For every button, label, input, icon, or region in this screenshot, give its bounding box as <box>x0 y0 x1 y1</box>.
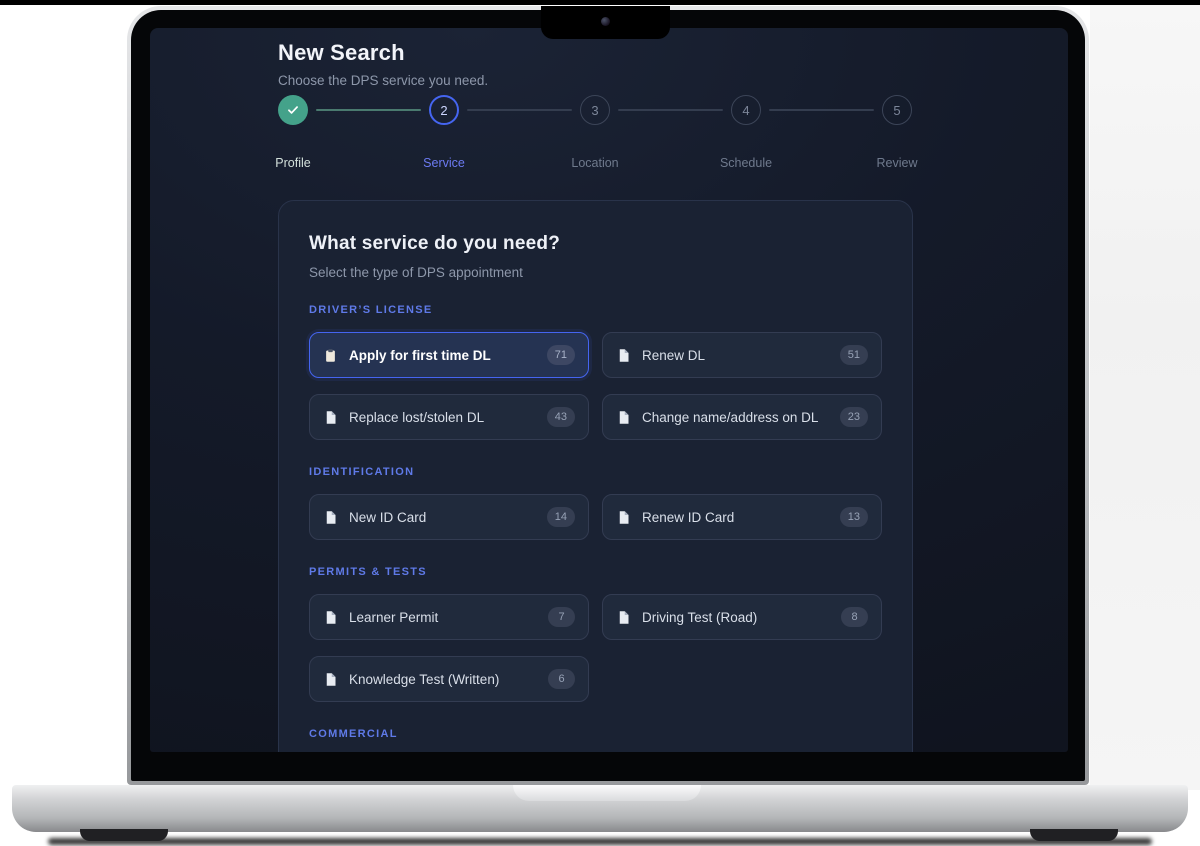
step-circle[interactable]: 4 <box>731 95 761 125</box>
service-option-label: Renew DL <box>642 347 706 363</box>
step-label: Profile <box>275 156 311 170</box>
availability-badge: 43 <box>546 407 575 427</box>
file-icon <box>323 510 338 525</box>
section-label: IDENTIFICATION <box>309 466 415 478</box>
service-option[interactable]: Knowledge Test (Written) 6 <box>309 656 589 702</box>
service-option[interactable]: Change name/address on DL 23 <box>602 394 882 440</box>
section-label: PERMITS & TESTS <box>309 566 427 578</box>
service-grid: New ID Card 14 Renew ID Card 13 <box>309 494 882 540</box>
file-icon <box>323 610 338 625</box>
card-subtitle: Select the type of DPS appointment <box>309 265 523 280</box>
step-connector <box>769 109 874 111</box>
service-option[interactable]: Apply for first time DL 71 <box>309 332 589 378</box>
step-circle[interactable]: 3 <box>580 95 610 125</box>
laptop-foot <box>80 829 168 841</box>
service-grid: Apply for first time DL 71 Renew DL 51 R… <box>309 332 882 440</box>
stepper: 1 Profile 2 Service 3 Location 4 <box>275 95 918 195</box>
service-option[interactable]: Replace lost/stolen DL 43 <box>309 394 589 440</box>
service-option[interactable]: New ID Card 14 <box>309 494 589 540</box>
service-option-label: Replace lost/stolen DL <box>349 409 485 425</box>
service-card: What service do you need? Select the typ… <box>278 200 913 752</box>
stepper-step: 3 Location <box>571 95 619 170</box>
step-circle[interactable]: 5 <box>882 95 912 125</box>
step-circle[interactable]: 2 <box>429 95 459 125</box>
step-label: Schedule <box>719 156 773 170</box>
background-top-bar <box>0 0 1200 5</box>
service-option-label: Renew ID Card <box>642 509 735 525</box>
laptop-base <box>12 785 1188 841</box>
file-icon <box>616 410 631 425</box>
service-option-label: Driving Test (Road) <box>642 609 758 625</box>
step-connector <box>316 109 421 111</box>
step-circle[interactable]: 1 <box>278 95 308 125</box>
availability-badge: 14 <box>546 507 575 527</box>
page-header: New Search Choose the DPS service you ne… <box>278 40 488 88</box>
service-option[interactable]: Learner Permit 7 <box>309 594 589 640</box>
stepper-step: 4 Schedule <box>720 95 772 170</box>
step-label: Review <box>876 156 918 170</box>
availability-badge: 8 <box>841 607 868 627</box>
stepper-step: 5 Review <box>877 95 918 170</box>
lid-opening-notch <box>513 785 701 801</box>
stepper-step: 2 Service <box>423 95 465 170</box>
availability-badge: 51 <box>839 345 868 365</box>
service-section: COMMERCIAL <box>309 728 882 752</box>
step-label: Location <box>571 156 619 170</box>
section-label: DRIVER’S LICENSE <box>309 304 433 316</box>
service-option-label: Learner Permit <box>349 609 439 625</box>
availability-badge: 23 <box>839 407 868 427</box>
file-icon <box>616 510 631 525</box>
card-title: What service do you need? <box>309 233 560 254</box>
step-label: Service <box>423 156 465 170</box>
service-option[interactable]: Driving Test (Road) 8 <box>602 594 882 640</box>
page-subtitle: Choose the DPS service you need. <box>278 73 489 88</box>
step-number: 4 <box>742 102 750 118</box>
service-section: DRIVER’S LICENSE Apply for first time DL… <box>309 304 882 440</box>
step-connector <box>467 109 572 111</box>
background-right-strip <box>1090 5 1200 790</box>
service-sections: DRIVER’S LICENSE Apply for first time DL… <box>309 304 882 752</box>
service-option-label: New ID Card <box>349 509 427 525</box>
file-icon <box>323 410 338 425</box>
service-option-label: Knowledge Test (Written) <box>349 671 500 687</box>
page-title: New Search <box>278 40 405 65</box>
service-option-label: Change name/address on DL <box>642 409 819 425</box>
check-icon <box>288 106 298 114</box>
service-section: IDENTIFICATION New ID Card 14 Renew ID C… <box>309 466 882 540</box>
section-label: COMMERCIAL <box>309 728 398 740</box>
availability-badge: 13 <box>839 507 868 527</box>
clipboard-icon <box>323 348 338 363</box>
service-option-label: Apply for first time DL <box>349 347 491 363</box>
step-connector <box>618 109 723 111</box>
availability-badge: 71 <box>546 345 575 365</box>
step-number: 3 <box>591 102 599 118</box>
file-icon <box>323 672 338 687</box>
service-option[interactable]: Renew ID Card 13 <box>602 494 882 540</box>
screen: New Search Choose the DPS service you ne… <box>150 28 1068 752</box>
service-grid: Learner Permit 7 Driving Test (Road) 8 K… <box>309 594 882 702</box>
stepper-step: 1 Profile <box>275 95 311 170</box>
screen-bezel: New Search Choose the DPS service you ne… <box>131 10 1085 781</box>
file-icon <box>616 348 631 363</box>
service-section: PERMITS & TESTS Learner Permit 7 Driving… <box>309 566 882 702</box>
file-icon <box>616 610 631 625</box>
service-option[interactable]: Renew DL 51 <box>602 332 882 378</box>
step-number: 2 <box>440 102 448 118</box>
availability-badge: 6 <box>548 669 575 689</box>
camera-icon <box>601 17 610 26</box>
step-number: 5 <box>893 102 901 118</box>
laptop-shadow <box>48 838 1152 845</box>
availability-badge: 7 <box>548 607 575 627</box>
laptop-frame: New Search Choose the DPS service you ne… <box>127 6 1089 785</box>
laptop-foot <box>1030 829 1118 841</box>
camera-notch <box>541 6 670 39</box>
